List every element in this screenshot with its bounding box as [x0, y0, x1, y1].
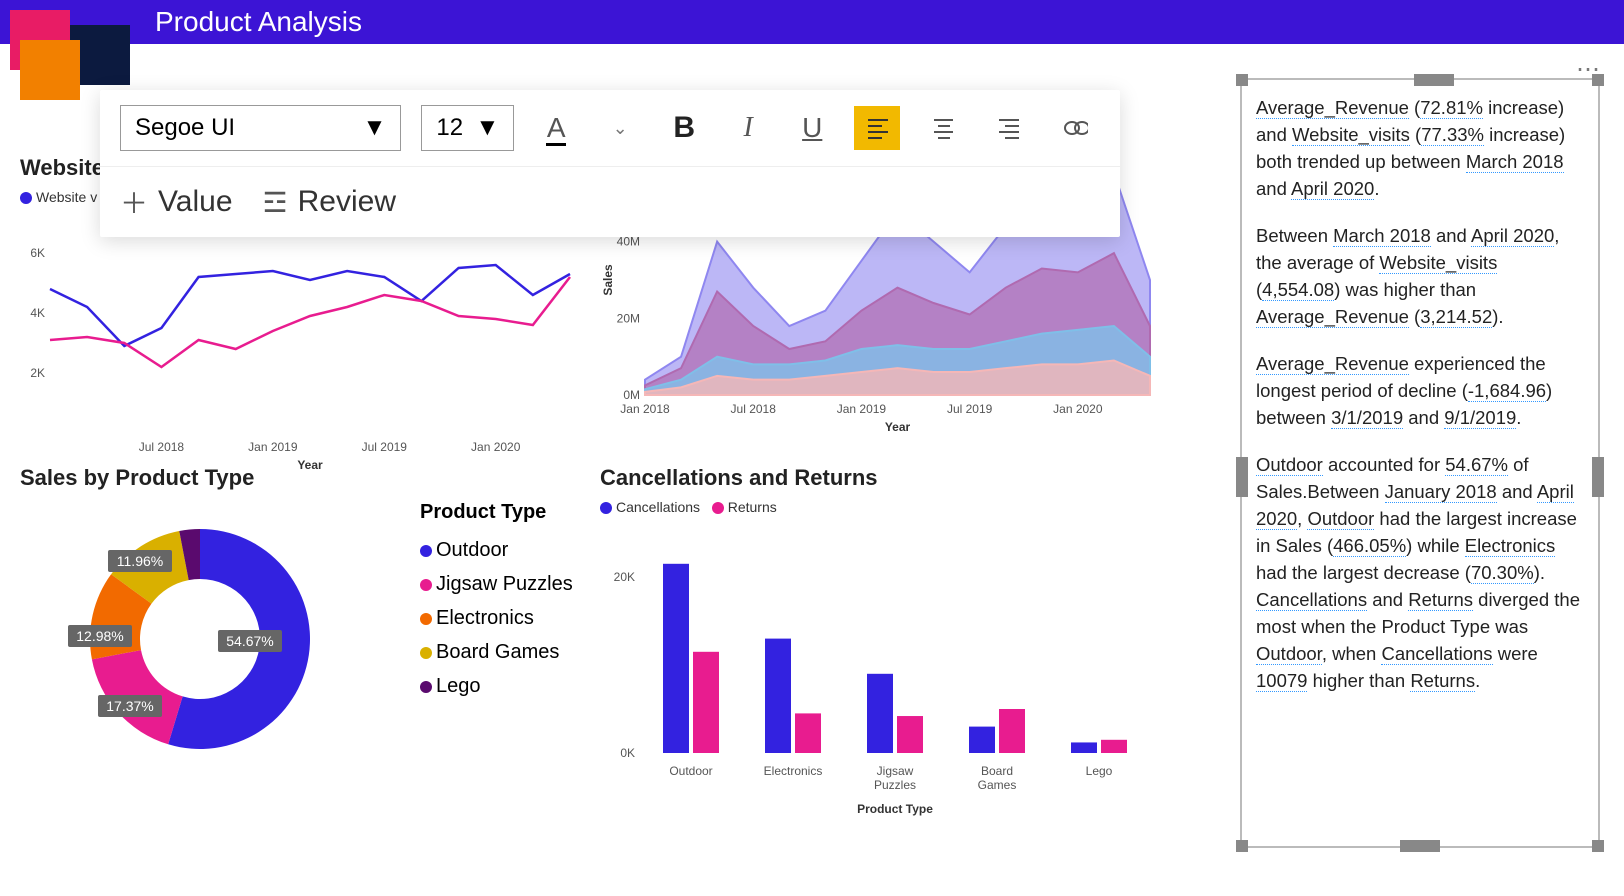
review-label: Review	[298, 185, 396, 219]
svg-text:20M: 20M	[617, 311, 640, 325]
bar-chart-cancellations-returns[interactable]: Cancellations and Returns Cancellations …	[600, 465, 1160, 828]
font-family-value: Segoe UI	[135, 114, 235, 142]
link-button[interactable]	[1051, 106, 1100, 150]
value-label: Value	[158, 185, 233, 219]
font-size-value: 12	[436, 114, 463, 142]
svg-text:Lego: Lego	[1086, 764, 1113, 778]
bold-button[interactable]: B	[662, 106, 706, 150]
text-toolbar: Segoe UI▼ 12▼ A ⌄ B I U ＋ Value ☲ Review	[100, 90, 1120, 237]
review-button[interactable]: ☲ Review	[263, 185, 396, 219]
svg-text:54.67%: 54.67%	[226, 633, 273, 649]
svg-text:20K: 20K	[614, 570, 635, 584]
add-value-button[interactable]: ＋ Value	[120, 182, 233, 222]
svg-text:Jan 2020: Jan 2020	[1053, 402, 1103, 416]
svg-text:Jan 2018: Jan 2018	[620, 402, 670, 416]
donut-legend: Product Type OutdoorJigsaw PuzzlesElectr…	[420, 495, 573, 703]
svg-text:Jan 2019: Jan 2019	[837, 402, 887, 416]
svg-text:4K: 4K	[30, 306, 45, 320]
svg-text:2K: 2K	[30, 366, 45, 380]
underline-button[interactable]: U	[790, 106, 834, 150]
svg-text:6K: 6K	[30, 246, 45, 260]
plus-icon: ＋	[120, 182, 148, 222]
svg-text:Year: Year	[885, 420, 911, 434]
legend-item: Jigsaw Puzzles	[420, 567, 573, 601]
svg-text:Jul 2018: Jul 2018	[139, 440, 185, 454]
svg-text:Jul 2018: Jul 2018	[731, 402, 777, 416]
svg-text:17.37%: 17.37%	[106, 698, 153, 714]
svg-text:0K: 0K	[620, 746, 635, 760]
chart-title: Sales by Product Type	[20, 465, 580, 491]
list-icon: ☲	[263, 186, 288, 219]
legend-label: Website v	[36, 189, 97, 205]
svg-text:0M: 0M	[623, 388, 640, 402]
align-left-button[interactable]	[854, 106, 900, 150]
svg-text:Jigsaw: Jigsaw	[877, 764, 914, 778]
donut-chart-product-type[interactable]: Sales by Product Type 54.67% 17.37% 12.98%…	[20, 465, 580, 784]
smart-narrative-textbox[interactable]: Average_Revenue (72.81% increase) and We…	[1240, 78, 1600, 848]
legend-item: Board Games	[420, 635, 573, 669]
svg-text:Product Type: Product Type	[857, 802, 933, 816]
svg-text:Games: Games	[978, 778, 1017, 792]
svg-text:12.98%: 12.98%	[76, 628, 123, 644]
font-size-dropdown[interactable]: 12▼	[421, 105, 514, 151]
legend-label-1: Cancellations	[616, 499, 700, 515]
svg-text:Jul 2019: Jul 2019	[362, 440, 408, 454]
svg-text:Jan 2020: Jan 2020	[471, 440, 521, 454]
app-logo	[10, 10, 110, 110]
align-center-button[interactable]	[920, 106, 966, 150]
legend-title: Product Type	[420, 495, 573, 529]
svg-text:11.96%: 11.96%	[117, 553, 163, 569]
svg-text:Board: Board	[981, 764, 1013, 778]
font-family-dropdown[interactable]: Segoe UI▼	[120, 105, 401, 151]
align-right-button[interactable]	[985, 106, 1031, 150]
legend: Cancellations Returns	[600, 499, 1160, 515]
font-color-chevron-icon[interactable]: ⌄	[598, 106, 642, 150]
italic-button[interactable]: I	[726, 106, 770, 150]
svg-text:Outdoor: Outdoor	[669, 764, 712, 778]
svg-text:Sales: Sales	[601, 264, 615, 296]
header: Product Analysis	[0, 0, 1624, 44]
legend-item: Electronics	[420, 601, 573, 635]
legend-item: Lego	[420, 669, 573, 703]
svg-text:Puzzles: Puzzles	[874, 778, 916, 792]
page-title: Product Analysis	[155, 6, 362, 38]
legend-item: Outdoor	[420, 533, 573, 567]
svg-text:Jul 2019: Jul 2019	[947, 402, 993, 416]
chart-title: Cancellations and Returns	[600, 465, 1160, 491]
svg-text:Jan 2019: Jan 2019	[248, 440, 298, 454]
font-color-button[interactable]: A	[534, 106, 578, 150]
svg-text:Electronics: Electronics	[764, 764, 823, 778]
legend-label-2: Returns	[728, 499, 777, 515]
